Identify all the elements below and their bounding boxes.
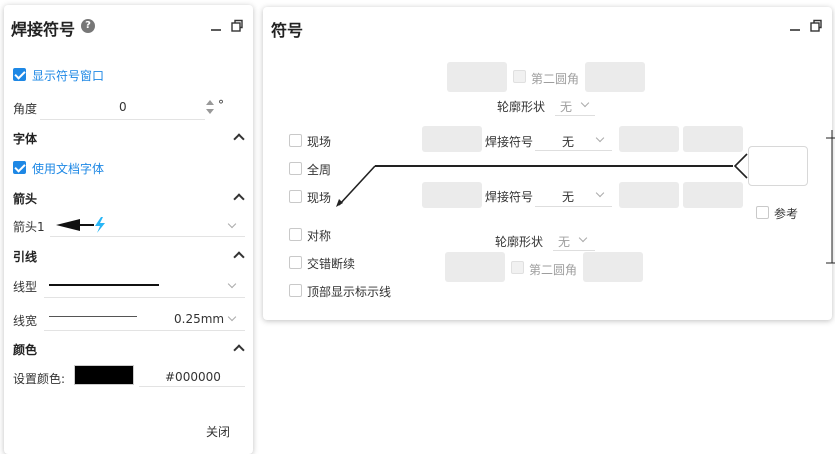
contour-bottom-select[interactable]: 无	[558, 233, 570, 250]
second-fillet-top-label: 第二圆角	[531, 72, 580, 86]
angle-label: 角度	[13, 102, 38, 116]
font-collapse-icon[interactable]	[233, 133, 245, 145]
help-icon[interactable]: ?	[81, 19, 95, 33]
line-type-preview[interactable]	[49, 284, 159, 286]
angle-input[interactable]: 0	[119, 100, 127, 114]
canvas-drawing-fragment	[826, 130, 835, 264]
weld-symbol-panel: 焊接符号 ? 显示符号窗口 角度 0 ° 字体 使用文档字体 箭头 箭头1 引线…	[4, 5, 253, 454]
line-type-underline	[44, 297, 245, 298]
show-symbol-window-label: 显示符号窗口	[32, 69, 105, 83]
minimize-icon[interactable]	[209, 20, 223, 34]
line-type-label: 线型	[13, 280, 38, 294]
contour-top-select[interactable]: 无	[560, 98, 572, 115]
arrow-underline	[50, 236, 245, 237]
top-right-field[interactable]	[585, 62, 645, 92]
weld-symbol-bottom-select[interactable]: 无	[562, 188, 574, 205]
use-doc-font-checkbox[interactable]	[13, 161, 26, 174]
contour-bottom-underline	[553, 250, 595, 251]
line-width-underline	[44, 330, 245, 331]
bottom-prefix-field[interactable]	[422, 182, 482, 208]
arrow-label: 箭头1	[13, 220, 45, 234]
second-fillet-bottom-label: 第二圆角	[529, 263, 578, 277]
leader-collapse-icon[interactable]	[233, 251, 245, 263]
line-width-value[interactable]: 0.25mm	[174, 312, 224, 326]
bottom-length-field[interactable]	[683, 182, 743, 208]
close-button[interactable]: 关闭	[206, 423, 230, 440]
site-bottom-checkbox[interactable]	[289, 190, 302, 203]
reference-label: 参考	[774, 207, 799, 221]
set-color-label: 设置颜色:	[13, 372, 66, 386]
line-width-preview[interactable]	[49, 316, 137, 317]
show-top-line-checkbox[interactable]	[289, 284, 302, 297]
arrow-dropdown-icon[interactable]	[227, 219, 237, 229]
contour-top-label: 轮廓形状	[497, 100, 546, 114]
symbol-minimize-icon[interactable]	[788, 20, 802, 34]
contour-bottom-dropdown-icon[interactable]	[578, 233, 588, 243]
weld-symbol-bottom-label: 焊接符号	[485, 190, 534, 204]
tail-note-field[interactable]	[748, 146, 808, 186]
arrow-collapse-icon[interactable]	[233, 193, 245, 205]
symbol-restore-icon[interactable]	[809, 19, 823, 33]
arrow-section-title: 箭头	[13, 192, 38, 206]
site-bottom-label: 现场	[307, 191, 332, 205]
symbol-panel: 符号 第二圆角 轮廓形状 无 现场 全周 现场 对称 交错断续 顶部显示标示线 …	[263, 7, 832, 320]
color-collapse-icon[interactable]	[233, 344, 245, 356]
font-section-title: 字体	[13, 132, 38, 146]
line-type-dropdown-icon[interactable]	[227, 279, 237, 289]
contour-top-dropdown-icon[interactable]	[580, 98, 590, 108]
angle-unit: °	[218, 98, 224, 112]
leader-section-title: 引线	[13, 250, 38, 264]
site-top-label: 现场	[307, 135, 332, 149]
bottom-right-field[interactable]	[583, 252, 643, 282]
staggered-checkbox[interactable]	[289, 256, 302, 269]
panel-title: 焊接符号	[11, 20, 76, 39]
line-width-dropdown-icon[interactable]	[227, 312, 237, 322]
all-around-label: 全周	[307, 163, 332, 177]
second-fillet-top-checkbox[interactable]	[513, 70, 526, 83]
all-around-checkbox[interactable]	[289, 162, 302, 175]
site-top-checkbox[interactable]	[289, 134, 302, 147]
show-top-line-label: 顶部显示标示线	[307, 285, 392, 299]
restore-icon[interactable]	[230, 19, 244, 33]
reference-checkbox[interactable]	[756, 206, 769, 219]
top-left-field[interactable]	[447, 62, 507, 92]
symmetric-label: 对称	[307, 229, 332, 243]
second-fillet-bottom-checkbox[interactable]	[511, 261, 524, 274]
color-swatch[interactable]	[74, 365, 134, 385]
line-width-label: 线宽	[13, 314, 38, 328]
weld-symbol-top-dropdown-icon[interactable]	[595, 133, 605, 143]
bottom-size-field[interactable]	[619, 182, 679, 208]
color-section-title: 颜色	[13, 343, 38, 357]
arrow-preview-icon[interactable]	[54, 215, 110, 235]
show-symbol-window-checkbox[interactable]	[13, 68, 26, 81]
contour-top-underline	[555, 115, 595, 116]
symbol-panel-title: 符号	[271, 21, 304, 40]
contour-bottom-label: 轮廓形状	[495, 235, 544, 249]
weld-symbol-bottom-underline	[535, 206, 612, 207]
use-doc-font-label: 使用文档字体	[32, 162, 105, 176]
staggered-label: 交错断续	[307, 257, 356, 271]
symmetric-checkbox[interactable]	[289, 228, 302, 241]
bottom-left-field[interactable]	[445, 252, 505, 282]
color-hex-value[interactable]: #000000	[165, 370, 221, 384]
angle-stepper-icon[interactable]	[205, 99, 215, 115]
angle-underline	[40, 119, 205, 120]
color-underline	[139, 386, 245, 387]
